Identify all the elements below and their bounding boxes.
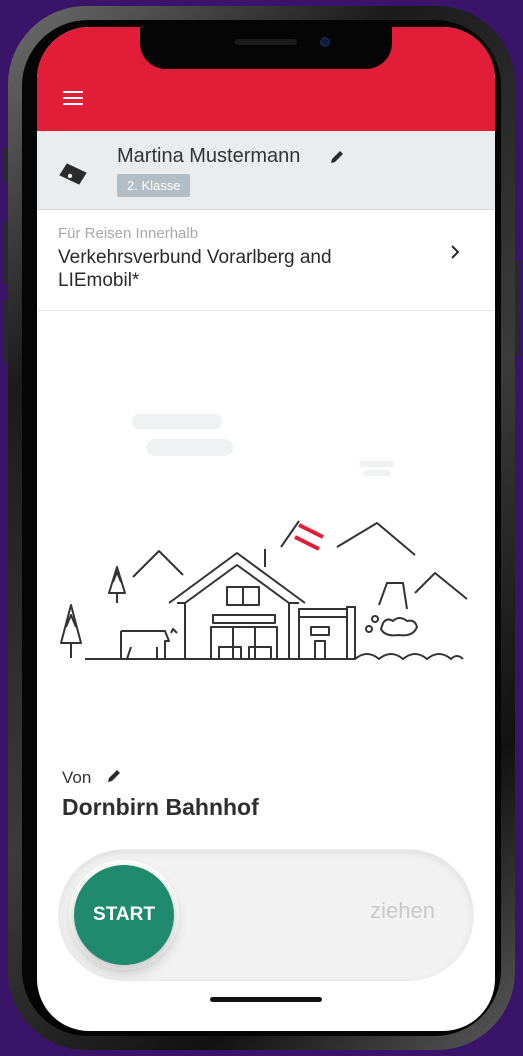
start-button[interactable]: START xyxy=(74,865,174,965)
speaker-grille xyxy=(235,39,297,45)
hamburger-menu-icon[interactable] xyxy=(63,91,83,107)
side-button xyxy=(3,148,8,182)
origin-label: Von xyxy=(62,768,92,787)
volume-down-button xyxy=(3,300,8,362)
front-camera xyxy=(320,37,330,47)
travel-zone-selector[interactable]: Für Reisen Innerhalb Verkehrsverbund Vor… xyxy=(37,209,495,311)
ticket-icon xyxy=(59,163,87,185)
phone-notch xyxy=(140,27,392,69)
pencil-icon[interactable] xyxy=(106,768,122,784)
origin-label-row: Von xyxy=(62,768,122,788)
travel-zone-name: Verkehrsverbund Vorarlberg and LIEmobil* xyxy=(58,247,332,291)
home-indicator[interactable] xyxy=(210,997,322,1002)
power-button xyxy=(515,260,520,356)
volume-up-button xyxy=(3,222,8,284)
pencil-icon[interactable] xyxy=(329,149,345,165)
travel-zone-label: Für Reisen Innerhalb xyxy=(58,225,199,242)
passenger-card: Martina Mustermann 2. Klasse xyxy=(37,131,495,210)
origin-station[interactable]: Dornbirn Bahnhof xyxy=(62,794,259,821)
start-slider[interactable]: START ziehen xyxy=(59,850,473,980)
slide-hint: ziehen xyxy=(370,898,435,923)
chevron-right-icon xyxy=(451,245,460,259)
alpine-village-illustration xyxy=(60,414,468,660)
passenger-name: Martina Mustermann xyxy=(117,145,301,167)
app-screen: Martina Mustermann 2. Klasse Für Reisen … xyxy=(37,27,495,1031)
ticket-class-badge: 2. Klasse xyxy=(117,174,191,197)
